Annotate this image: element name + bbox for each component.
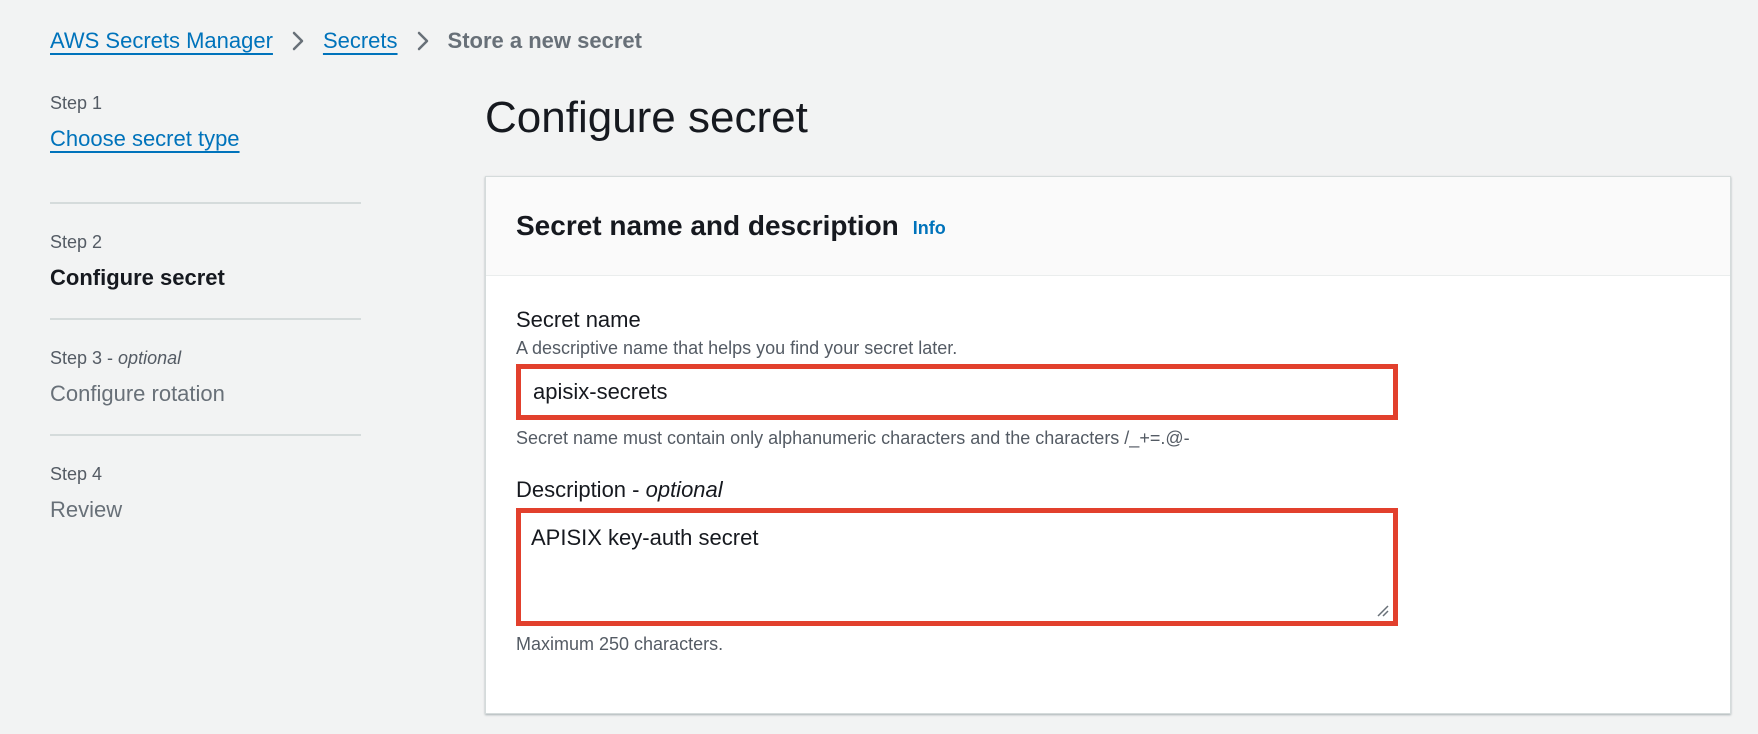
chevron-right-icon <box>273 31 323 51</box>
step-title-review: Review <box>50 497 123 522</box>
info-link[interactable]: Info <box>913 218 946 239</box>
wizard-step-4: Step 4 Review <box>50 436 361 552</box>
panel-body: Secret name A descriptive name that help… <box>486 276 1730 656</box>
description-label: Description - optional <box>516 477 723 502</box>
secret-name-description-panel: Secret name and description Info Secret … <box>485 176 1731 714</box>
secret-name-input[interactable] <box>531 378 1393 406</box>
resize-handle-icon[interactable] <box>1375 603 1389 617</box>
step-title-configure-secret: Configure secret <box>50 265 225 290</box>
step-link-choose-secret-type[interactable]: Choose secret type <box>50 124 361 154</box>
secret-name-label: Secret name <box>516 307 641 332</box>
step-optional-label: optional <box>118 348 182 368</box>
wizard-step-2: Step 2 Configure secret <box>50 204 361 320</box>
page-title: Configure secret <box>485 93 808 142</box>
description-textarea-highlight: APISIX key-auth secret <box>516 508 1398 626</box>
step-number: Step 3 - optional <box>50 348 182 368</box>
description-textarea[interactable]: APISIX key-auth secret <box>521 513 1393 621</box>
secret-name-field: Secret name A descriptive name that help… <box>516 306 1700 450</box>
step-number: Step 1 <box>50 93 103 113</box>
panel-title: Secret name and description <box>516 210 899 241</box>
step-number: Step 2 <box>50 232 103 252</box>
step-number: Step 4 <box>50 464 103 484</box>
description-constraint: Maximum 250 characters. <box>516 634 724 654</box>
chevron-right-icon <box>398 31 448 51</box>
breadcrumb: AWS Secrets Manager Secrets Store a new … <box>50 26 642 56</box>
secret-name-input-highlight <box>516 364 1398 420</box>
wizard-steps-nav: Step 1 Choose secret type Step 2 Configu… <box>50 88 361 552</box>
panel-header: Secret name and description Info <box>486 177 1730 276</box>
secret-name-constraint: Secret name must contain only alphanumer… <box>516 428 1190 448</box>
breadcrumb-current: Store a new secret <box>447 28 642 53</box>
secret-name-description: A descriptive name that helps you find y… <box>516 338 958 358</box>
breadcrumb-link-secrets[interactable]: Secrets <box>323 28 398 54</box>
wizard-step-3: Step 3 - optional Configure rotation <box>50 320 361 436</box>
wizard-step-1: Step 1 Choose secret type <box>50 88 361 204</box>
breadcrumb-link-secrets-manager[interactable]: AWS Secrets Manager <box>50 28 273 54</box>
step-title-configure-rotation: Configure rotation <box>50 381 225 406</box>
description-field: Description - optional APISIX key-auth s… <box>516 476 1700 656</box>
description-optional-label: optional <box>645 477 723 502</box>
